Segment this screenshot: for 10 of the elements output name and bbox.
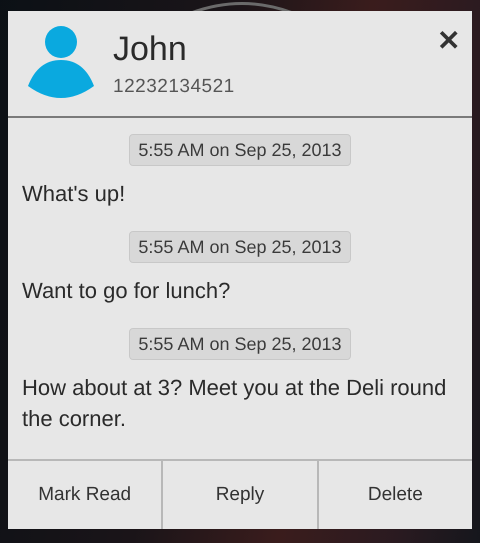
message-text: How about at 3? Meet you at the Deli round the corner.	[22, 374, 448, 433]
person-icon	[28, 26, 94, 100]
message-text: What's up!	[22, 180, 126, 208]
contact-name: John	[113, 29, 188, 69]
timestamp: 5:55 AM on Sep 25, 2013	[129, 328, 351, 360]
phone-number: 12232134521	[113, 76, 235, 98]
timestamp: 5:55 AM on Sep 25, 2013	[129, 231, 351, 263]
close-button[interactable]: ✕	[437, 27, 460, 55]
message-text: Want to go for lunch?	[22, 277, 232, 305]
timestamp: 5:55 AM on Sep 25, 2013	[129, 134, 351, 166]
